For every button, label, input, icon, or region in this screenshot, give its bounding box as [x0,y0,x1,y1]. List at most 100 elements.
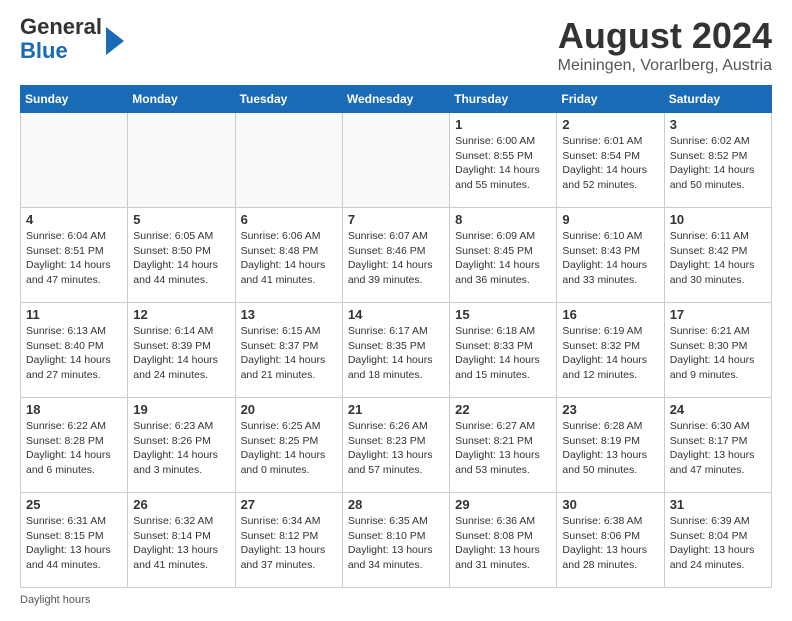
day-info: Sunrise: 6:28 AMSunset: 8:19 PMDaylight:… [562,419,658,478]
daylight-text: Daylight: 13 hours and 34 minutes. [348,543,444,572]
calendar-cell: 9Sunrise: 6:10 AMSunset: 8:43 PMDaylight… [557,208,664,303]
sunset-text: Sunset: 8:46 PM [348,244,444,259]
sunrise-text: Sunrise: 6:35 AM [348,514,444,529]
day-info: Sunrise: 6:04 AMSunset: 8:51 PMDaylight:… [26,229,122,288]
sunrise-text: Sunrise: 6:25 AM [241,419,337,434]
calendar-cell: 18Sunrise: 6:22 AMSunset: 8:28 PMDayligh… [21,398,128,493]
logo-general: General [20,14,102,39]
calendar-cell: 22 Sunrise: 6:27 AMSunset: 8:21 PMDayligh… [450,398,557,493]
sunset-text: Sunset: 8:17 PM [670,434,766,449]
daylight-text: Daylight: 14 hours and 0 minutes. [241,448,337,477]
daylight-text: Daylight: 13 hours and 28 minutes. [562,543,658,572]
day-number: 3 [670,117,766,132]
day-info: Sunrise: 6:01 AMSunset: 8:54 PMDaylight:… [562,134,658,193]
daylight-text: Daylight: 14 hours and 55 minutes. [455,163,551,192]
day-number: 15 [455,307,551,322]
day-number: 16 [562,307,658,322]
sunset-text: Sunset: 8:55 PM [455,149,551,164]
day-info: Sunrise: 6:06 AMSunset: 8:48 PMDaylight:… [241,229,337,288]
day-number: 25 [26,497,122,512]
sunset-text: Sunset: 8:52 PM [670,149,766,164]
sunrise-text: Sunrise: 6:32 AM [133,514,229,529]
daylight-text: Daylight: 13 hours and 24 minutes. [670,543,766,572]
calendar-cell: 12Sunrise: 6:14 AMSunset: 8:39 PMDayligh… [128,303,235,398]
daylight-text: Daylight: 14 hours and 27 minutes. [26,353,122,382]
day-info: Sunrise: 6:34 AMSunset: 8:12 PMDaylight:… [241,514,337,573]
sunrise-text: Sunrise: 6:34 AM [241,514,337,529]
day-info: Sunrise: 6:30 AMSunset: 8:17 PMDaylight:… [670,419,766,478]
sunset-text: Sunset: 8:04 PM [670,529,766,544]
sunrise-text: Sunrise: 6:06 AM [241,229,337,244]
sunrise-text: Sunrise: 6:14 AM [133,324,229,339]
daylight-text: Daylight: 14 hours and 18 minutes. [348,353,444,382]
col-header-thursday: Thursday [450,86,557,113]
sunset-text: Sunset: 8:33 PM [455,339,551,354]
logo-blue: Blue [20,38,68,63]
day-number: 29 [455,497,551,512]
day-number: 11 [26,307,122,322]
day-info: Sunrise: 6:38 AMSunset: 8:06 PMDaylight:… [562,514,658,573]
header-row: SundayMondayTuesdayWednesdayThursdayFrid… [21,86,772,113]
sunrise-text: Sunrise: 6:31 AM [26,514,122,529]
sunrise-text: Sunrise: 6:17 AM [348,324,444,339]
calendar-cell: 30 Sunrise: 6:38 AMSunset: 8:06 PMDayligh… [557,493,664,588]
calendar-cell [128,113,235,208]
sunrise-text: Sunrise: 6:27 AM [455,419,551,434]
daylight-text: Daylight: 14 hours and 52 minutes. [562,163,658,192]
calendar-cell: 6Sunrise: 6:06 AMSunset: 8:48 PMDaylight… [235,208,342,303]
calendar-week-1: 4Sunrise: 6:04 AMSunset: 8:51 PMDaylight… [21,208,772,303]
day-info: Sunrise: 6:36 AMSunset: 8:08 PMDaylight:… [455,514,551,573]
day-info: Sunrise: 6:35 AMSunset: 8:10 PMDaylight:… [348,514,444,573]
day-info: Sunrise: 6:05 AMSunset: 8:50 PMDaylight:… [133,229,229,288]
sunrise-text: Sunrise: 6:10 AM [562,229,658,244]
day-info: Sunrise: 6:07 AMSunset: 8:46 PMDaylight:… [348,229,444,288]
calendar-cell [342,113,449,208]
sunrise-text: Sunrise: 6:02 AM [670,134,766,149]
calendar-cell: 27Sunrise: 6:34 AMSunset: 8:12 PMDayligh… [235,493,342,588]
day-info: Sunrise: 6:10 AMSunset: 8:43 PMDaylight:… [562,229,658,288]
calendar-header: SundayMondayTuesdayWednesdayThursdayFrid… [21,86,772,113]
day-info: Sunrise: 6:18 AMSunset: 8:33 PMDaylight:… [455,324,551,383]
sunrise-text: Sunrise: 6:18 AM [455,324,551,339]
daylight-text: Daylight: 13 hours and 50 minutes. [562,448,658,477]
day-number: 18 [26,402,122,417]
daylight-text: Daylight: 14 hours and 33 minutes. [562,258,658,287]
calendar-cell: 20Sunrise: 6:25 AMSunset: 8:25 PMDayligh… [235,398,342,493]
sunrise-text: Sunrise: 6:22 AM [26,419,122,434]
calendar-cell: 5Sunrise: 6:05 AMSunset: 8:50 PMDaylight… [128,208,235,303]
daylight-text: Daylight: 14 hours and 44 minutes. [133,258,229,287]
sunset-text: Sunset: 8:42 PM [670,244,766,259]
sunset-text: Sunset: 8:21 PM [455,434,551,449]
sunset-text: Sunset: 8:15 PM [26,529,122,544]
sunset-text: Sunset: 8:32 PM [562,339,658,354]
day-number: 22 [455,402,551,417]
daylight-label: Daylight hours [20,594,90,606]
sunrise-text: Sunrise: 6:28 AM [562,419,658,434]
sunset-text: Sunset: 8:19 PM [562,434,658,449]
sunset-text: Sunset: 8:23 PM [348,434,444,449]
sunrise-text: Sunrise: 6:19 AM [562,324,658,339]
day-number: 26 [133,497,229,512]
sunset-text: Sunset: 8:51 PM [26,244,122,259]
calendar-cell: 29 Sunrise: 6:36 AMSunset: 8:08 PMDayligh… [450,493,557,588]
day-info: Sunrise: 6:00 AMSunset: 8:55 PMDaylight:… [455,134,551,193]
calendar-week-3: 18Sunrise: 6:22 AMSunset: 8:28 PMDayligh… [21,398,772,493]
calendar-week-2: 11Sunrise: 6:13 AMSunset: 8:40 PMDayligh… [21,303,772,398]
daylight-text: Daylight: 14 hours and 21 minutes. [241,353,337,382]
location-subtitle: Meiningen, Vorarlberg, Austria [558,57,772,75]
day-number: 30 [562,497,658,512]
calendar-cell: 8Sunrise: 6:09 AMSunset: 8:45 PMDaylight… [450,208,557,303]
col-header-sunday: Sunday [21,86,128,113]
day-number: 24 [670,402,766,417]
month-title: August 2024 [558,15,772,57]
calendar-cell: 7Sunrise: 6:07 AMSunset: 8:46 PMDaylight… [342,208,449,303]
calendar-cell: 17Sunrise: 6:21 AMSunset: 8:30 PMDayligh… [664,303,771,398]
sunset-text: Sunset: 8:06 PM [562,529,658,544]
daylight-text: Daylight: 14 hours and 30 minutes. [670,258,766,287]
calendar-cell: 26Sunrise: 6:32 AMSunset: 8:14 PMDayligh… [128,493,235,588]
daylight-text: Daylight: 13 hours and 53 minutes. [455,448,551,477]
calendar-cell: 4Sunrise: 6:04 AMSunset: 8:51 PMDaylight… [21,208,128,303]
daylight-text: Daylight: 14 hours and 24 minutes. [133,353,229,382]
sunrise-text: Sunrise: 6:00 AM [455,134,551,149]
footer: Daylight hours [20,594,772,606]
